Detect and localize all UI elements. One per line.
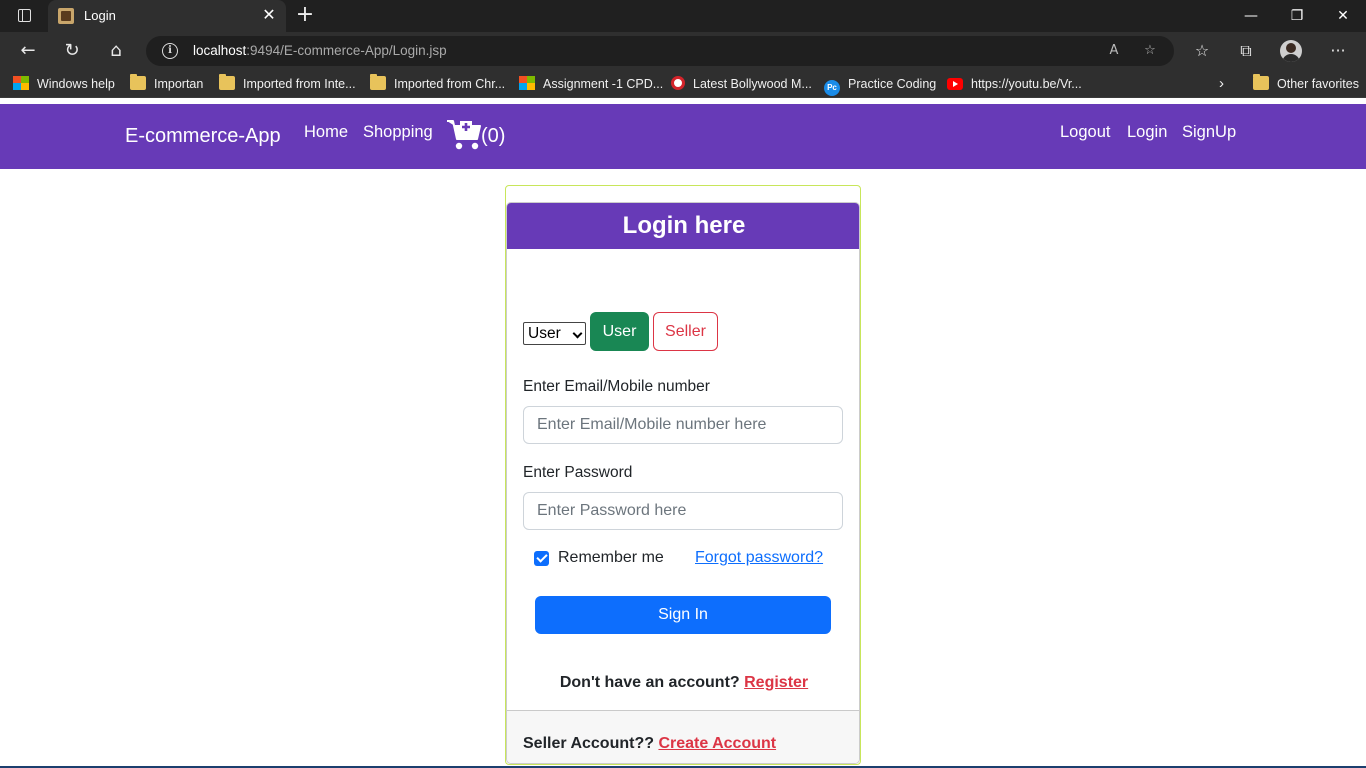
cart-count[interactable]: (0) bbox=[481, 125, 505, 148]
bookmark-item[interactable]: Latest Bollywood M... bbox=[671, 75, 812, 93]
more-options-icon[interactable]: ··· bbox=[1323, 37, 1353, 65]
profile-avatar[interactable] bbox=[1280, 40, 1302, 62]
collections-icon[interactable]: ⧉ bbox=[1231, 37, 1261, 65]
bookmark-item[interactable]: Pc Practice Coding bbox=[824, 75, 936, 96]
bookmark-item[interactable]: Windows help bbox=[13, 75, 115, 93]
add-favorite-icon[interactable]: ☆ bbox=[1140, 42, 1160, 60]
more-bookmarks-chevron-icon[interactable]: › bbox=[1219, 75, 1224, 93]
url-host: localhost bbox=[193, 43, 247, 58]
email-placeholder: Enter Email/Mobile number here bbox=[537, 416, 767, 433]
nav-home[interactable]: Home bbox=[304, 123, 348, 142]
login-card: Login here User User Seller Enter Email/… bbox=[506, 202, 860, 764]
windows-logo-icon bbox=[519, 76, 535, 90]
card-footer: Seller Account?? Create Account bbox=[507, 710, 859, 763]
other-favorites-folder[interactable]: Other favorites bbox=[1253, 74, 1359, 93]
bookmark-folder[interactable]: Imported from Chr... bbox=[370, 74, 505, 93]
browser-title-bar: Login ✕ + — ❐ ✕ bbox=[0, 0, 1366, 32]
site-favicon-icon bbox=[58, 8, 74, 24]
minimize-icon[interactable]: — bbox=[1228, 0, 1274, 32]
role-selected-value: User bbox=[528, 325, 561, 342]
folder-icon bbox=[219, 74, 235, 90]
tab-title: Login bbox=[84, 8, 116, 23]
back-icon[interactable]: ← bbox=[13, 37, 43, 65]
nav-logout[interactable]: Logout bbox=[1060, 123, 1110, 142]
password-field[interactable]: Enter Password here bbox=[523, 492, 843, 530]
close-tab-icon[interactable]: ✕ bbox=[260, 6, 278, 24]
favorites-icon[interactable]: ☆ bbox=[1187, 37, 1217, 65]
folder-icon bbox=[370, 74, 386, 90]
site-navbar: E-commerce-App Home Shopping (0) Logout … bbox=[0, 104, 1366, 169]
windows-logo-icon bbox=[13, 76, 29, 90]
bookmark-item[interactable]: https://youtu.be/Vr... bbox=[947, 75, 1082, 93]
chevron-down-icon bbox=[572, 328, 583, 339]
remember-checkbox[interactable] bbox=[534, 551, 549, 566]
login-title: Login here bbox=[507, 203, 859, 249]
close-window-icon[interactable]: ✕ bbox=[1320, 0, 1366, 32]
nav-signup[interactable]: SignUp bbox=[1182, 123, 1236, 142]
refresh-icon[interactable]: ↻ bbox=[57, 37, 87, 65]
folder-icon bbox=[1253, 74, 1269, 90]
email-label: Enter Email/Mobile number bbox=[523, 378, 710, 395]
seller-button[interactable]: Seller bbox=[653, 312, 718, 351]
password-label: Enter Password bbox=[523, 464, 633, 481]
register-link[interactable]: Register bbox=[744, 674, 808, 691]
register-row: Don't have an account? Register bbox=[507, 674, 859, 692]
new-tab-icon[interactable]: + bbox=[294, 4, 316, 26]
bookmark-folder[interactable]: Imported from Inte... bbox=[219, 74, 356, 93]
restore-icon[interactable]: ❐ bbox=[1274, 0, 1320, 32]
remember-label: Remember me bbox=[558, 549, 664, 566]
seller-account-text: Seller Account?? bbox=[523, 735, 654, 752]
role-select[interactable]: User bbox=[523, 322, 586, 345]
forgot-password-link[interactable]: Forgot password? bbox=[695, 549, 823, 567]
site-info-icon[interactable]: i bbox=[162, 43, 178, 59]
youtube-icon bbox=[947, 78, 963, 90]
create-account-link[interactable]: Create Account bbox=[658, 735, 776, 752]
tab-actions-icon[interactable] bbox=[10, 6, 38, 26]
sign-in-button[interactable]: Sign In bbox=[535, 596, 831, 634]
cart-plus-icon[interactable] bbox=[446, 117, 482, 151]
email-field[interactable]: Enter Email/Mobile number here bbox=[523, 406, 843, 444]
practice-coding-icon: Pc bbox=[824, 80, 840, 96]
url-field[interactable]: i localhost:9494/E-commerce-App/Login.js… bbox=[146, 36, 1174, 66]
music-site-icon bbox=[671, 76, 685, 90]
browser-tab-login[interactable]: Login ✕ bbox=[48, 0, 286, 32]
read-aloud-icon[interactable]: A bbox=[1104, 42, 1124, 60]
address-bar: ← ↻ ⌂ i localhost:9494/E-commerce-App/Lo… bbox=[0, 32, 1366, 70]
no-account-text: Don't have an account? bbox=[559, 674, 740, 691]
bookmark-item[interactable]: Assignment -1 CPD... bbox=[519, 75, 663, 93]
brand-link[interactable]: E-commerce-App bbox=[125, 125, 281, 148]
user-button[interactable]: User bbox=[590, 312, 649, 351]
bookmark-folder[interactable]: Importan bbox=[130, 74, 203, 93]
bookmarks-bar: Windows help Importan Imported from Inte… bbox=[0, 70, 1366, 98]
folder-icon bbox=[130, 74, 146, 90]
password-placeholder: Enter Password here bbox=[537, 502, 687, 519]
nav-shopping[interactable]: Shopping bbox=[363, 123, 433, 142]
home-icon[interactable]: ⌂ bbox=[101, 37, 131, 65]
url-path: :9494/E-commerce-App/Login.jsp bbox=[246, 43, 447, 58]
nav-login[interactable]: Login bbox=[1127, 123, 1167, 142]
